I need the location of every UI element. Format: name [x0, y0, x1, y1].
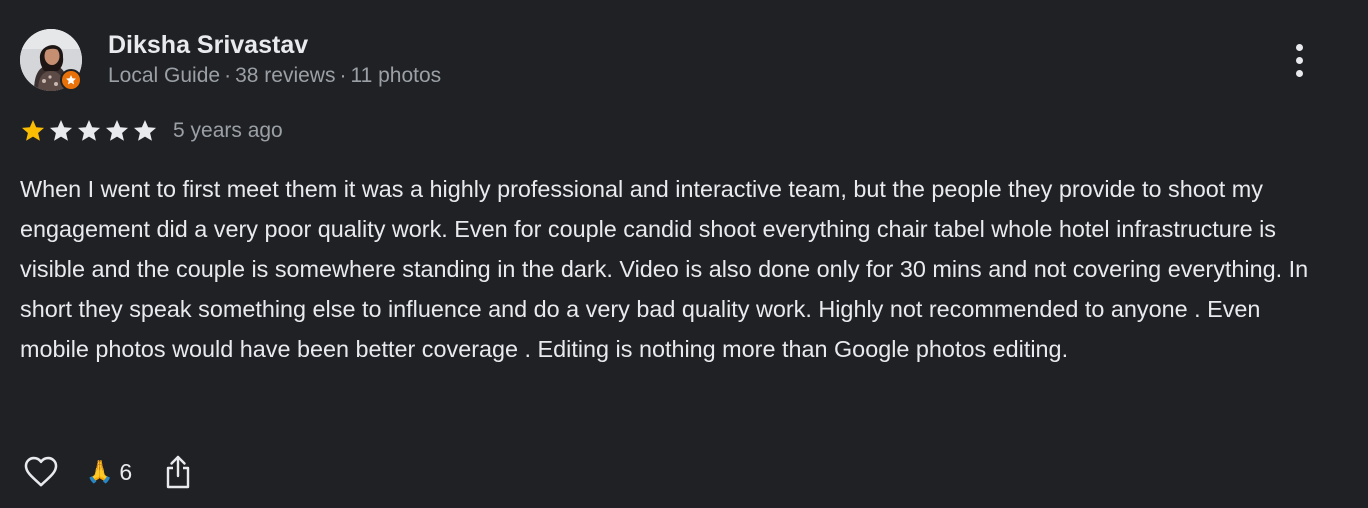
- reaction-button[interactable]: 🙏 6: [86, 459, 132, 486]
- more-vertical-icon: [1295, 43, 1303, 51]
- reaction-count: 6: [119, 458, 133, 485]
- meta-separator: ·: [339, 64, 347, 87]
- share-button[interactable]: [158, 450, 198, 494]
- star-rating: [20, 118, 158, 144]
- star-empty-icon: [49, 119, 73, 141]
- star-empty-icon: [77, 119, 101, 141]
- rating-row: 5 years ago: [20, 117, 283, 145]
- like-button[interactable]: [20, 451, 62, 493]
- more-vertical-icon-dot: [1295, 69, 1303, 77]
- author-name[interactable]: Diksha Srivastav: [108, 29, 308, 61]
- review-card: Diksha Srivastav Local Guide · 38 reviews ·…: [0, 0, 1368, 508]
- local-guide-label: Local Guide: [108, 64, 221, 87]
- review-text: When I went to first meet them it was a …: [20, 176, 1309, 362]
- review-date: 5 years ago: [173, 119, 283, 142]
- review-actions: 🙏 6: [20, 450, 198, 494]
- heart-outline-icon: [24, 456, 58, 487]
- more-vertical-icon-dot: [1295, 56, 1303, 64]
- reviews-count: 38 reviews: [235, 64, 336, 87]
- share-icon: [167, 455, 190, 489]
- local-guide-star-icon: [60, 69, 82, 91]
- photos-count: 11 photos: [350, 64, 442, 87]
- folded-hands-emoji-icon: 🙏: [86, 459, 114, 484]
- author-meta: Local Guide · 38 reviews · 11 photos: [108, 62, 441, 90]
- star-empty-icon: [133, 119, 157, 141]
- more-options-button[interactable]: [1282, 38, 1316, 82]
- star-filled-icon: [21, 119, 45, 141]
- meta-separator: ·: [224, 64, 232, 87]
- author-avatar[interactable]: [20, 29, 84, 93]
- star-empty-icon: [105, 119, 129, 141]
